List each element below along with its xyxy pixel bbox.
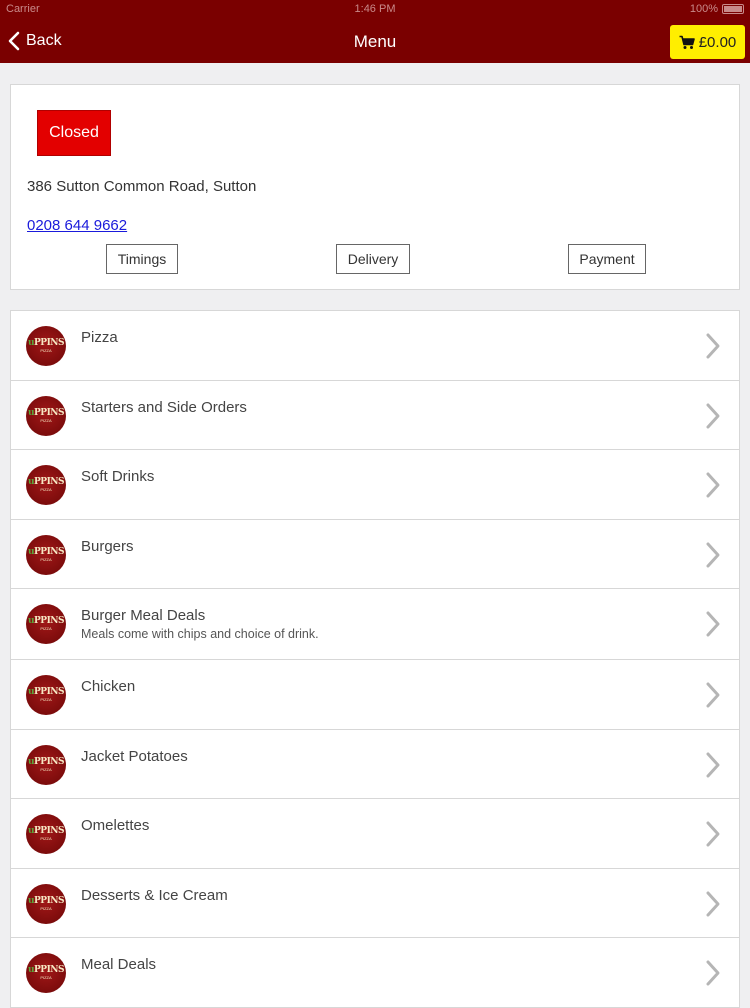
restaurant-logo-icon: uPPINS PIZZA — [26, 744, 66, 785]
chevron-right-icon — [706, 611, 720, 637]
restaurant-logo-icon: uPPINS PIZZA — [26, 953, 66, 993]
timings-button[interactable]: Timings — [106, 244, 178, 274]
phone-link[interactable]: 0208 644 9662 — [27, 217, 127, 234]
category-title: Pizza — [81, 329, 118, 346]
status-badge: Closed — [37, 110, 111, 156]
restaurant-logo-icon: uPPINS PIZZA — [26, 395, 66, 436]
category-subtitle: Meals come with chips and choice of drin… — [81, 627, 319, 641]
category-title: Desserts & Ice Cream — [81, 886, 228, 904]
list-item[interactable]: uPPINS PIZZA Burger Meal Deals Meals come w… — [11, 589, 739, 660]
category-title: Omelettes — [81, 817, 150, 834]
chevron-right-icon — [706, 403, 720, 428]
restaurant-logo-icon: uPPINS PIZZA — [26, 675, 66, 715]
battery-icon — [722, 4, 744, 14]
restaurant-logo-icon: uPPINS PIZZA — [26, 814, 66, 854]
chevron-right-icon — [706, 752, 720, 777]
chevron-right-icon — [706, 542, 720, 567]
status-bar: Carrier 1:46 PM 100% — [0, 0, 750, 20]
store-address: 386 Sutton Common Road, Sutton — [27, 178, 257, 195]
list-item[interactable]: uPPINS PIZZA Omelettes — [11, 799, 739, 869]
chevron-right-icon — [706, 682, 720, 708]
list-item[interactable]: uPPINS PIZZA Burgers — [11, 520, 739, 589]
nav-bar: Back Menu £0.00 — [0, 20, 750, 63]
delivery-button[interactable]: Delivery — [336, 244, 410, 274]
chevron-right-icon — [706, 891, 720, 916]
restaurant-logo-icon: uPPINS PIZZA — [26, 465, 66, 505]
list-item[interactable]: uPPINS PIZZA Desserts & Ice Cream — [11, 869, 739, 938]
list-item[interactable]: uPPINS PIZZA Chicken — [11, 660, 739, 730]
cart-button[interactable]: £0.00 — [670, 25, 745, 59]
list-item[interactable]: uPPINS PIZZA Pizza — [11, 311, 739, 381]
chevron-right-icon — [706, 333, 720, 359]
category-list: uPPINS PIZZA Pizza uPPINS PIZZA Starters and … — [10, 310, 740, 1008]
category-title: Meal Deals — [81, 956, 157, 973]
restaurant-logo-icon: uPPINS PIZZA — [26, 883, 66, 924]
restaurant-logo-icon: uPPINS PIZZA — [26, 534, 66, 575]
battery-indicator: 100% — [690, 3, 744, 15]
restaurant-logo-icon: uPPINS PIZZA — [26, 604, 66, 644]
store-info-card: Closed 386 Sutton Common Road, Sutton 02… — [10, 84, 740, 290]
chevron-right-icon — [706, 472, 720, 498]
cart-icon — [679, 35, 695, 49]
category-title: Chicken — [81, 678, 136, 695]
list-item[interactable]: uPPINS PIZZA Starters and Side Orders — [11, 381, 739, 450]
chevron-right-icon — [706, 821, 720, 847]
category-title: Soft Drinks — [81, 468, 155, 485]
battery-percent: 100% — [689, 3, 718, 15]
category-title: Jacket Potatoes — [81, 747, 188, 765]
cart-total: £0.00 — [698, 33, 737, 51]
list-item[interactable]: uPPINS PIZZA Soft Drinks — [11, 450, 739, 520]
list-item[interactable]: uPPINS PIZZA Meal Deals — [11, 938, 739, 1008]
chevron-right-icon — [706, 960, 720, 986]
list-item[interactable]: uPPINS PIZZA Jacket Potatoes — [11, 730, 739, 799]
category-title: Burger Meal Deals — [81, 607, 206, 624]
payment-button[interactable]: Payment — [568, 244, 646, 274]
category-title: Burgers — [81, 537, 134, 555]
status-time: 1:46 PM — [354, 3, 396, 15]
category-title: Starters and Side Orders — [81, 398, 247, 416]
page-title: Menu — [353, 32, 397, 51]
restaurant-logo-icon: uPPINS PIZZA — [26, 326, 66, 366]
